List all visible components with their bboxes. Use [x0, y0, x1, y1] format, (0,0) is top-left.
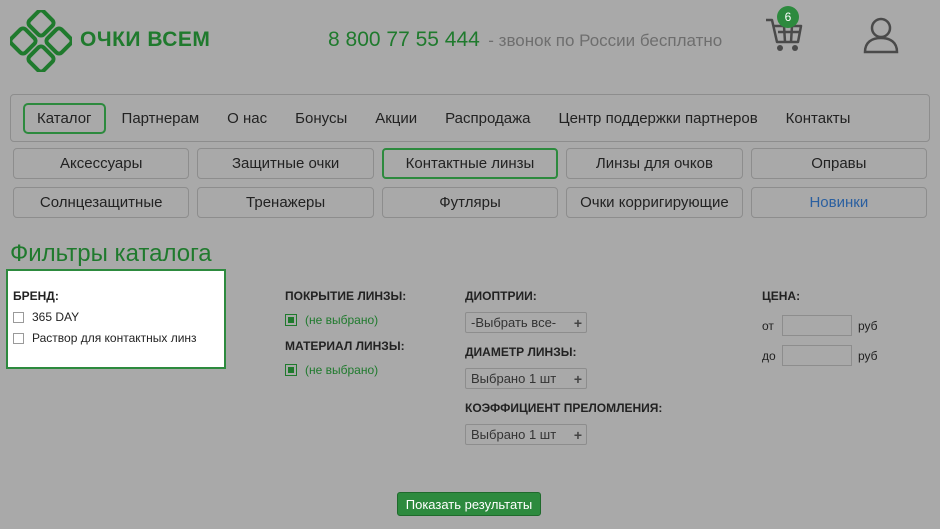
cart-count-badge[interactable]: 6 [777, 6, 799, 28]
brand-option-365-day[interactable]: 365 DAY [13, 310, 224, 324]
lens-params-column: ДИОПТРИИ: -Выбрать все- + ДИАМЕТР ЛИНЗЫ:… [465, 289, 662, 457]
logo-icon[interactable] [10, 10, 72, 72]
currency-label: руб [858, 348, 878, 363]
show-results-button[interactable]: Показать результаты [397, 492, 541, 516]
menu-item-contacts[interactable]: Контакты [774, 104, 863, 133]
category-contact-lenses[interactable]: Контактные линзы [381, 148, 559, 179]
category-sunglasses[interactable]: Солнцезащитные [13, 187, 190, 218]
price-column: ЦЕНА: от руб до руб [762, 289, 878, 366]
category-cases[interactable]: Футляры [381, 187, 559, 218]
brand-option-label: Раствор для контактных линз [32, 331, 197, 345]
checkbox[interactable] [285, 314, 297, 326]
material-label: МАТЕРИАЛ ЛИНЗЫ: [285, 339, 405, 353]
user-icon[interactable] [862, 16, 900, 54]
category-grid: Аксессуары Защитные очки Контактные линз… [13, 148, 928, 226]
menu-item-sale[interactable]: Распродажа [433, 104, 542, 133]
filters-title: Фильтры каталога [10, 240, 212, 267]
diopters-value: -Выбрать все- [471, 315, 557, 330]
brand-label: БРЕНД: [13, 289, 59, 303]
category-corrective-glasses[interactable]: Очки корригирующие [566, 187, 743, 218]
category-spectacle-lenses[interactable]: Линзы для очков [566, 148, 743, 179]
diopters-select[interactable]: -Выбрать все- + [465, 312, 587, 333]
coating-label: ПОКРЫТИЕ ЛИНЗЫ: [285, 289, 407, 303]
menu-item-bonuses[interactable]: Бонусы [283, 104, 359, 133]
main-menu: Каталог Партнерам О нас Бонусы Акции Рас… [10, 94, 930, 142]
refraction-select[interactable]: Выбрано 1 шт + [465, 424, 587, 445]
plus-icon: + [573, 314, 582, 331]
coating-material-column: ПОКРЫТИЕ ЛИНЗЫ: (не выбрано) МАТЕРИАЛ ЛИ… [285, 289, 406, 377]
logo-text[interactable]: ОЧКИ ВСЕМ [80, 28, 210, 52]
category-accessories[interactable]: Аксессуары [13, 148, 190, 179]
price-to-input[interactable] [782, 345, 852, 366]
price-from-row: от руб [762, 315, 878, 336]
coating-value: (не выбрано) [305, 313, 379, 327]
diameter-label: ДИАМЕТР ЛИНЗЫ: [465, 345, 577, 359]
currency-label: руб [858, 318, 878, 333]
diopters-label: ДИОПТРИИ: [465, 289, 537, 303]
phone-note: - звонок по России бесплатно [488, 31, 723, 50]
diameter-select[interactable]: Выбрано 1 шт + [465, 368, 587, 389]
menu-item-about[interactable]: О нас [215, 104, 279, 133]
checkbox[interactable] [285, 364, 297, 376]
price-to-row: до руб [762, 345, 878, 366]
material-option[interactable]: (не выбрано) [285, 363, 406, 377]
material-value: (не выбрано) [305, 363, 379, 377]
menu-item-partner-support[interactable]: Центр поддержки партнеров [546, 104, 769, 133]
refraction-label: КОЭФФИЦИЕНТ ПРЕЛОМЛЕНИЯ: [465, 401, 663, 415]
phone-number[interactable]: 8 800 77 55 444 [328, 28, 480, 51]
menu-item-promotions[interactable]: Акции [363, 104, 429, 133]
plus-icon: + [573, 370, 582, 387]
menu-item-catalog[interactable]: Каталог [23, 102, 106, 134]
checkbox[interactable] [13, 332, 24, 344]
coating-option[interactable]: (не выбрано) [285, 313, 406, 327]
price-label: ЦЕНА: [762, 289, 801, 303]
brand-option-label: 365 DAY [32, 310, 80, 324]
price-from-input[interactable] [782, 315, 852, 336]
brand-filter: БРЕНД: 365 DAY Раствор для контактных ли… [6, 269, 226, 369]
category-frames[interactable]: Оправы [750, 148, 928, 179]
brand-option-lens-solution[interactable]: Раствор для контактных линз [13, 331, 224, 345]
menu-item-partners[interactable]: Партнерам [110, 104, 212, 133]
refraction-value: Выбрано 1 шт [471, 427, 557, 442]
price-from-label: от [762, 318, 774, 333]
category-trainers[interactable]: Тренажеры [197, 187, 374, 218]
diameter-value: Выбрано 1 шт [471, 371, 557, 386]
checkbox[interactable] [13, 311, 24, 323]
price-to-label: до [762, 348, 776, 363]
phone-block: 8 800 77 55 444 - звонок по России беспл… [328, 28, 722, 52]
category-safety-glasses[interactable]: Защитные очки [197, 148, 374, 179]
category-new-arrivals[interactable]: Новинки [750, 187, 928, 218]
plus-icon: + [573, 426, 582, 443]
